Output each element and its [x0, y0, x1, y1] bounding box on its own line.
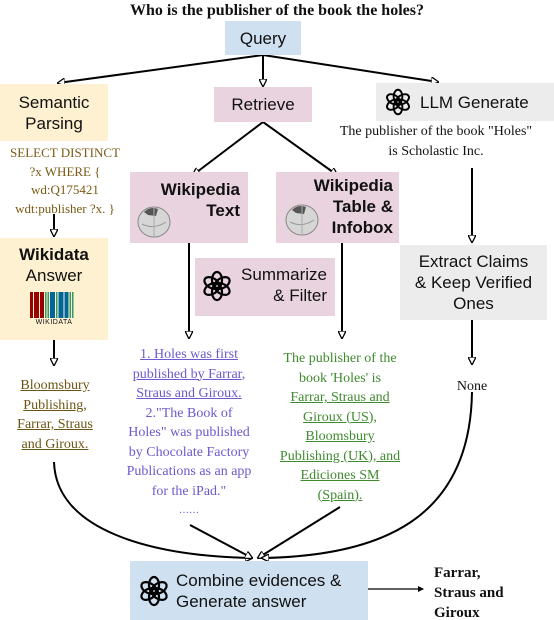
extract-claims-label-line1: Extract Claims [418, 252, 529, 271]
result-line: (Spain). [317, 487, 363, 503]
result-line: for the iPad." [151, 483, 227, 499]
combine-label-line1: Combine evidences & [176, 570, 342, 590]
result-line: by Chocolate Factory [128, 444, 250, 460]
result-line: Farrar, Straus and [290, 390, 390, 405]
sparql-line: wdt:publisher ?x. } [15, 200, 115, 216]
arrow-wikitext-result-to-combine [189, 524, 252, 558]
extract-claims-label-line2: & Keep Verified [414, 273, 533, 292]
final-answer-line: Giroux [434, 605, 480, 620]
semantic-parsing-label-line2: Parsing [25, 113, 83, 133]
wikidata-answer-subtitle: Answer [25, 266, 83, 285]
openai-logo-icon [201, 270, 233, 307]
result-line: 1. Holes was first [140, 347, 238, 362]
wikipedia-table-box: Wikipedia Table & Infobox [276, 172, 399, 243]
arrow-query-to-llm [262, 54, 438, 82]
result-line: book 'Holes' is [298, 370, 382, 386]
combine-label-line2: Generate answer [176, 591, 307, 611]
sparql-line: SELECT DISTINCT [10, 145, 120, 160]
sparql-line: ?x WHERE { [29, 163, 101, 179]
wikipedia-text-label-line1: Wikipedia [160, 180, 240, 199]
final-answer-line: Straus and [434, 585, 504, 601]
semantic-parsing-label-line1: Semantic [18, 92, 90, 112]
result-line: 2."The Book of [145, 405, 233, 421]
query-label: Query [239, 28, 287, 48]
result-line: Ediciones SM [300, 468, 380, 483]
result-line: Publishing, [23, 397, 87, 413]
diagram-canvas: Who is the publisher of the book the hol… [0, 0, 554, 620]
query-box: Query [225, 21, 301, 55]
arrow-retrieve-to-wikitext [193, 121, 264, 175]
summarize-filter-box: Summarize & Filter [195, 258, 335, 316]
result-line: Holes" was published [128, 425, 250, 440]
openai-logo-icon [138, 575, 170, 607]
result-line: Farrar, Straus [17, 417, 93, 432]
wikipedia-table-label-line1: Wikipedia [313, 176, 393, 195]
result-line: and Giroux. [21, 436, 89, 452]
wikidata-logo-label: WIKIDATA [35, 319, 73, 326]
summarize-label-line1: Summarize [241, 265, 327, 284]
wikipedia-table-label-line3: Infobox [331, 218, 393, 237]
wikipedia-text-box: Wikipedia Text [130, 172, 248, 243]
llm-generate-label: LLM Generate [420, 92, 529, 112]
openai-logo-icon [384, 88, 412, 116]
result-line: Publishing (UK), and [279, 448, 401, 464]
wikidata-barcode-icon [30, 292, 74, 318]
result-line: Publications as an app [126, 464, 252, 479]
sparql-query-text: SELECT DISTINCT ?x WHERE { wd:Q175421 wd… [0, 144, 130, 218]
result-line: Bloomsbury [20, 378, 90, 393]
semantic-parsing-box: Semantic Parsing [0, 84, 108, 141]
final-answer-text: Farrar, Straus and Giroux [434, 563, 504, 620]
wikidata-result-text: Bloomsbury Publishing, Farrar, Straus an… [0, 376, 110, 454]
wikidata-logo-icon: WIKIDATA [30, 292, 78, 326]
llm-output-text: The publisher of the book "Holes" is Sch… [318, 122, 554, 161]
wikipedia-table-label-line2: Table & [332, 197, 393, 216]
combine-box: Combine evidences & Generate answer [130, 561, 368, 620]
claims-result-text: None [456, 379, 488, 394]
extract-claims-box: Extract Claims & Keep Verified Ones [400, 245, 547, 320]
ellipsis: …… [179, 505, 199, 516]
extract-claims-label-line3: Ones [453, 294, 494, 313]
result-line: The publisher of the [283, 351, 397, 366]
retrieve-box: Retrieve [214, 87, 312, 122]
result-line: Straus and Giroux. [136, 386, 242, 401]
result-line: published by Farrar, [132, 366, 246, 382]
final-answer-line: Farrar, [434, 565, 481, 581]
sparql-line: wd:Q175421 [31, 182, 99, 197]
wikipedia-table-result: The publisher of the book 'Holes' is Far… [264, 349, 416, 505]
wikipedia-text-label-line2: Text [206, 201, 240, 220]
arrow-wikitable-result-to-combine [258, 506, 341, 558]
retrieve-label: Retrieve [231, 95, 295, 114]
llm-generate-box: LLM Generate [376, 83, 554, 121]
llm-output-line: is Scholastic Inc. [388, 143, 484, 159]
wikipedia-text-result: 1. Holes was first published by Farrar, … [112, 345, 266, 521]
summarize-label-line2: & Filter [273, 286, 327, 305]
wikidata-answer-title: Wikidata [19, 245, 89, 264]
llm-output-line: The publisher of the book "Holes" [339, 124, 533, 139]
result-line: Giroux (US), [303, 409, 377, 425]
arrow-query-to-semantic [58, 54, 264, 83]
result-line: Bloomsbury [305, 429, 375, 444]
wikidata-answer-box: Wikidata Answer WIKIDATA [0, 238, 108, 340]
